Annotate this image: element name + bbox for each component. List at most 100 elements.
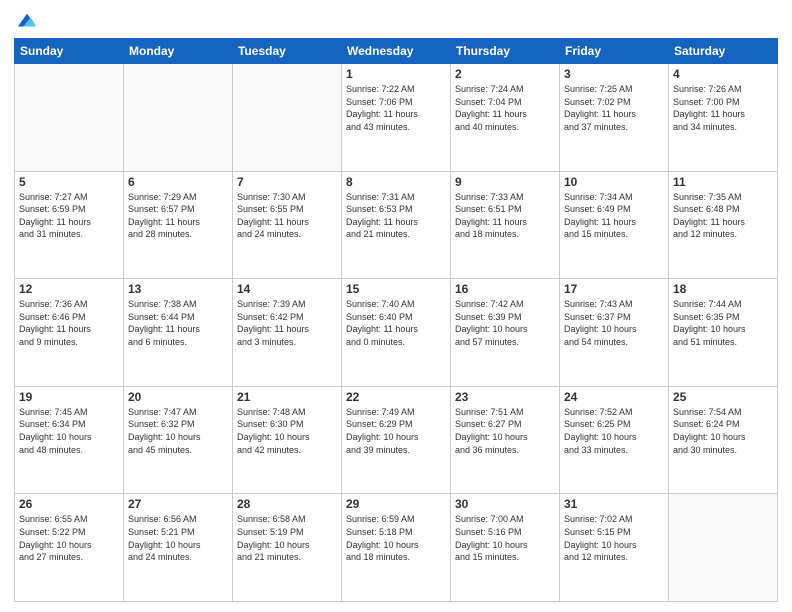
- calendar-cell: 17 Sunrise: 7:43 AM Sunset: 6:37 PM Dayli…: [560, 279, 669, 387]
- day-number: 23: [455, 390, 555, 404]
- day-number: 20: [128, 390, 228, 404]
- calendar-cell: 16 Sunrise: 7:42 AM Sunset: 6:39 PM Dayli…: [451, 279, 560, 387]
- calendar-cell: 6 Sunrise: 7:29 AM Sunset: 6:57 PM Daylig…: [124, 171, 233, 279]
- day-number: 1: [346, 67, 446, 81]
- day-info: Sunrise: 7:47 AM Sunset: 6:32 PM Dayligh…: [128, 406, 228, 456]
- calendar-cell: 2 Sunrise: 7:24 AM Sunset: 7:04 PM Daylig…: [451, 64, 560, 172]
- day-info: Sunrise: 7:49 AM Sunset: 6:29 PM Dayligh…: [346, 406, 446, 456]
- day-number: 7: [237, 175, 337, 189]
- day-number: 5: [19, 175, 119, 189]
- day-info: Sunrise: 7:27 AM Sunset: 6:59 PM Dayligh…: [19, 191, 119, 241]
- day-number: 31: [564, 497, 664, 511]
- calendar-cell: 22 Sunrise: 7:49 AM Sunset: 6:29 PM Dayli…: [342, 386, 451, 494]
- day-info: Sunrise: 7:22 AM Sunset: 7:06 PM Dayligh…: [346, 83, 446, 133]
- day-info: Sunrise: 7:42 AM Sunset: 6:39 PM Dayligh…: [455, 298, 555, 348]
- day-info: Sunrise: 7:31 AM Sunset: 6:53 PM Dayligh…: [346, 191, 446, 241]
- day-info: Sunrise: 7:48 AM Sunset: 6:30 PM Dayligh…: [237, 406, 337, 456]
- calendar-cell: 13Sunrise: 7:38 AM Sunset: 6:44 PM Dayli…: [124, 279, 233, 387]
- day-number: 17: [564, 282, 664, 296]
- weekday-header-sunday: Sunday: [15, 39, 124, 64]
- calendar-cell: 20 Sunrise: 7:47 AM Sunset: 6:32 PM Dayli…: [124, 386, 233, 494]
- calendar-cell: 10 Sunrise: 7:34 AM Sunset: 6:49 PM Dayli…: [560, 171, 669, 279]
- week-row-0: 1 Sunrise: 7:22 AM Sunset: 7:06 PM Daylig…: [15, 64, 778, 172]
- weekday-header-saturday: Saturday: [669, 39, 778, 64]
- day-number: 16: [455, 282, 555, 296]
- day-info: Sunrise: 7:43 AM Sunset: 6:37 PM Dayligh…: [564, 298, 664, 348]
- day-number: 3: [564, 67, 664, 81]
- day-number: 9: [455, 175, 555, 189]
- day-info: Sunrise: 6:56 AM Sunset: 5:21 PM Dayligh…: [128, 513, 228, 563]
- calendar-cell: 19 Sunrise: 7:45 AM Sunset: 6:34 PM Dayli…: [15, 386, 124, 494]
- page: SundayMondayTuesdayWednesdayThursdayFrid…: [0, 0, 792, 612]
- day-number: 2: [455, 67, 555, 81]
- week-row-2: 12 Sunrise: 7:36 AM Sunset: 6:46 PM Dayli…: [15, 279, 778, 387]
- day-info: Sunrise: 7:33 AM Sunset: 6:51 PM Dayligh…: [455, 191, 555, 241]
- day-info: Sunrise: 7:02 AM Sunset: 5:15 PM Dayligh…: [564, 513, 664, 563]
- logo-icon: [16, 10, 38, 32]
- day-number: 22: [346, 390, 446, 404]
- day-info: Sunrise: 6:55 AM Sunset: 5:22 PM Dayligh…: [19, 513, 119, 563]
- day-info: Sunrise: 7:40 AM Sunset: 6:40 PM Dayligh…: [346, 298, 446, 348]
- day-number: 10: [564, 175, 664, 189]
- day-info: Sunrise: 7:36 AM Sunset: 6:46 PM Dayligh…: [19, 298, 119, 348]
- calendar-cell: 1 Sunrise: 7:22 AM Sunset: 7:06 PM Daylig…: [342, 64, 451, 172]
- day-number: 21: [237, 390, 337, 404]
- calendar-table: SundayMondayTuesdayWednesdayThursdayFrid…: [14, 38, 778, 602]
- day-number: 27: [128, 497, 228, 511]
- weekday-header-friday: Friday: [560, 39, 669, 64]
- day-info: Sunrise: 7:34 AM Sunset: 6:49 PM Dayligh…: [564, 191, 664, 241]
- weekday-header-wednesday: Wednesday: [342, 39, 451, 64]
- weekday-header-tuesday: Tuesday: [233, 39, 342, 64]
- calendar-cell: 8 Sunrise: 7:31 AM Sunset: 6:53 PM Daylig…: [342, 171, 451, 279]
- day-number: 26: [19, 497, 119, 511]
- calendar-cell: 4 Sunrise: 7:26 AM Sunset: 7:00 PM Daylig…: [669, 64, 778, 172]
- calendar-cell: [669, 494, 778, 602]
- day-info: Sunrise: 7:24 AM Sunset: 7:04 PM Dayligh…: [455, 83, 555, 133]
- day-info: Sunrise: 7:29 AM Sunset: 6:57 PM Dayligh…: [128, 191, 228, 241]
- day-number: 6: [128, 175, 228, 189]
- calendar-cell: 12 Sunrise: 7:36 AM Sunset: 6:46 PM Dayli…: [15, 279, 124, 387]
- day-info: Sunrise: 6:59 AM Sunset: 5:18 PM Dayligh…: [346, 513, 446, 563]
- header: [14, 10, 778, 32]
- calendar-cell: [124, 64, 233, 172]
- day-number: 18: [673, 282, 773, 296]
- day-info: Sunrise: 7:44 AM Sunset: 6:35 PM Dayligh…: [673, 298, 773, 348]
- calendar-cell: 28 Sunrise: 6:58 AM Sunset: 5:19 PM Dayli…: [233, 494, 342, 602]
- day-info: Sunrise: 7:51 AM Sunset: 6:27 PM Dayligh…: [455, 406, 555, 456]
- day-number: 28: [237, 497, 337, 511]
- calendar-cell: 27 Sunrise: 6:56 AM Sunset: 5:21 PM Dayli…: [124, 494, 233, 602]
- day-number: 11: [673, 175, 773, 189]
- day-number: 13: [128, 282, 228, 296]
- calendar-cell: 5 Sunrise: 7:27 AM Sunset: 6:59 PM Daylig…: [15, 171, 124, 279]
- day-number: 30: [455, 497, 555, 511]
- day-info: Sunrise: 7:39 AM Sunset: 6:42 PM Dayligh…: [237, 298, 337, 348]
- calendar-cell: 15Sunrise: 7:40 AM Sunset: 6:40 PM Dayli…: [342, 279, 451, 387]
- week-row-1: 5 Sunrise: 7:27 AM Sunset: 6:59 PM Daylig…: [15, 171, 778, 279]
- day-info: Sunrise: 7:54 AM Sunset: 6:24 PM Dayligh…: [673, 406, 773, 456]
- day-number: 25: [673, 390, 773, 404]
- day-number: 14: [237, 282, 337, 296]
- weekday-header-monday: Monday: [124, 39, 233, 64]
- day-number: 29: [346, 497, 446, 511]
- day-number: 19: [19, 390, 119, 404]
- calendar-cell: 9 Sunrise: 7:33 AM Sunset: 6:51 PM Daylig…: [451, 171, 560, 279]
- day-info: Sunrise: 7:26 AM Sunset: 7:00 PM Dayligh…: [673, 83, 773, 133]
- week-row-4: 26 Sunrise: 6:55 AM Sunset: 5:22 PM Dayli…: [15, 494, 778, 602]
- day-info: Sunrise: 7:25 AM Sunset: 7:02 PM Dayligh…: [564, 83, 664, 133]
- day-number: 24: [564, 390, 664, 404]
- calendar-cell: 21 Sunrise: 7:48 AM Sunset: 6:30 PM Dayli…: [233, 386, 342, 494]
- day-number: 8: [346, 175, 446, 189]
- weekday-header-row: SundayMondayTuesdayWednesdayThursdayFrid…: [15, 39, 778, 64]
- day-info: Sunrise: 7:52 AM Sunset: 6:25 PM Dayligh…: [564, 406, 664, 456]
- calendar-cell: 25 Sunrise: 7:54 AM Sunset: 6:24 PM Dayli…: [669, 386, 778, 494]
- calendar-cell: 18 Sunrise: 7:44 AM Sunset: 6:35 PM Dayli…: [669, 279, 778, 387]
- day-info: Sunrise: 6:58 AM Sunset: 5:19 PM Dayligh…: [237, 513, 337, 563]
- calendar-cell: 11 Sunrise: 7:35 AM Sunset: 6:48 PM Dayli…: [669, 171, 778, 279]
- calendar-cell: [233, 64, 342, 172]
- calendar-cell: 24 Sunrise: 7:52 AM Sunset: 6:25 PM Dayli…: [560, 386, 669, 494]
- day-number: 12: [19, 282, 119, 296]
- day-info: Sunrise: 7:35 AM Sunset: 6:48 PM Dayligh…: [673, 191, 773, 241]
- day-info: Sunrise: 7:45 AM Sunset: 6:34 PM Dayligh…: [19, 406, 119, 456]
- day-number: 4: [673, 67, 773, 81]
- calendar-cell: 7Sunrise: 7:30 AM Sunset: 6:55 PM Daylig…: [233, 171, 342, 279]
